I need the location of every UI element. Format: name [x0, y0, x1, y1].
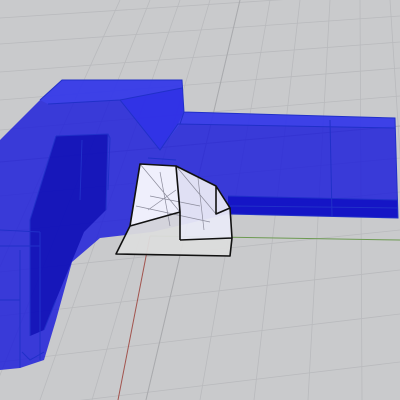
viewport-canvas[interactable]: [0, 0, 400, 400]
y-axis-line: [117, 235, 151, 400]
3d-viewport[interactable]: [0, 0, 400, 400]
